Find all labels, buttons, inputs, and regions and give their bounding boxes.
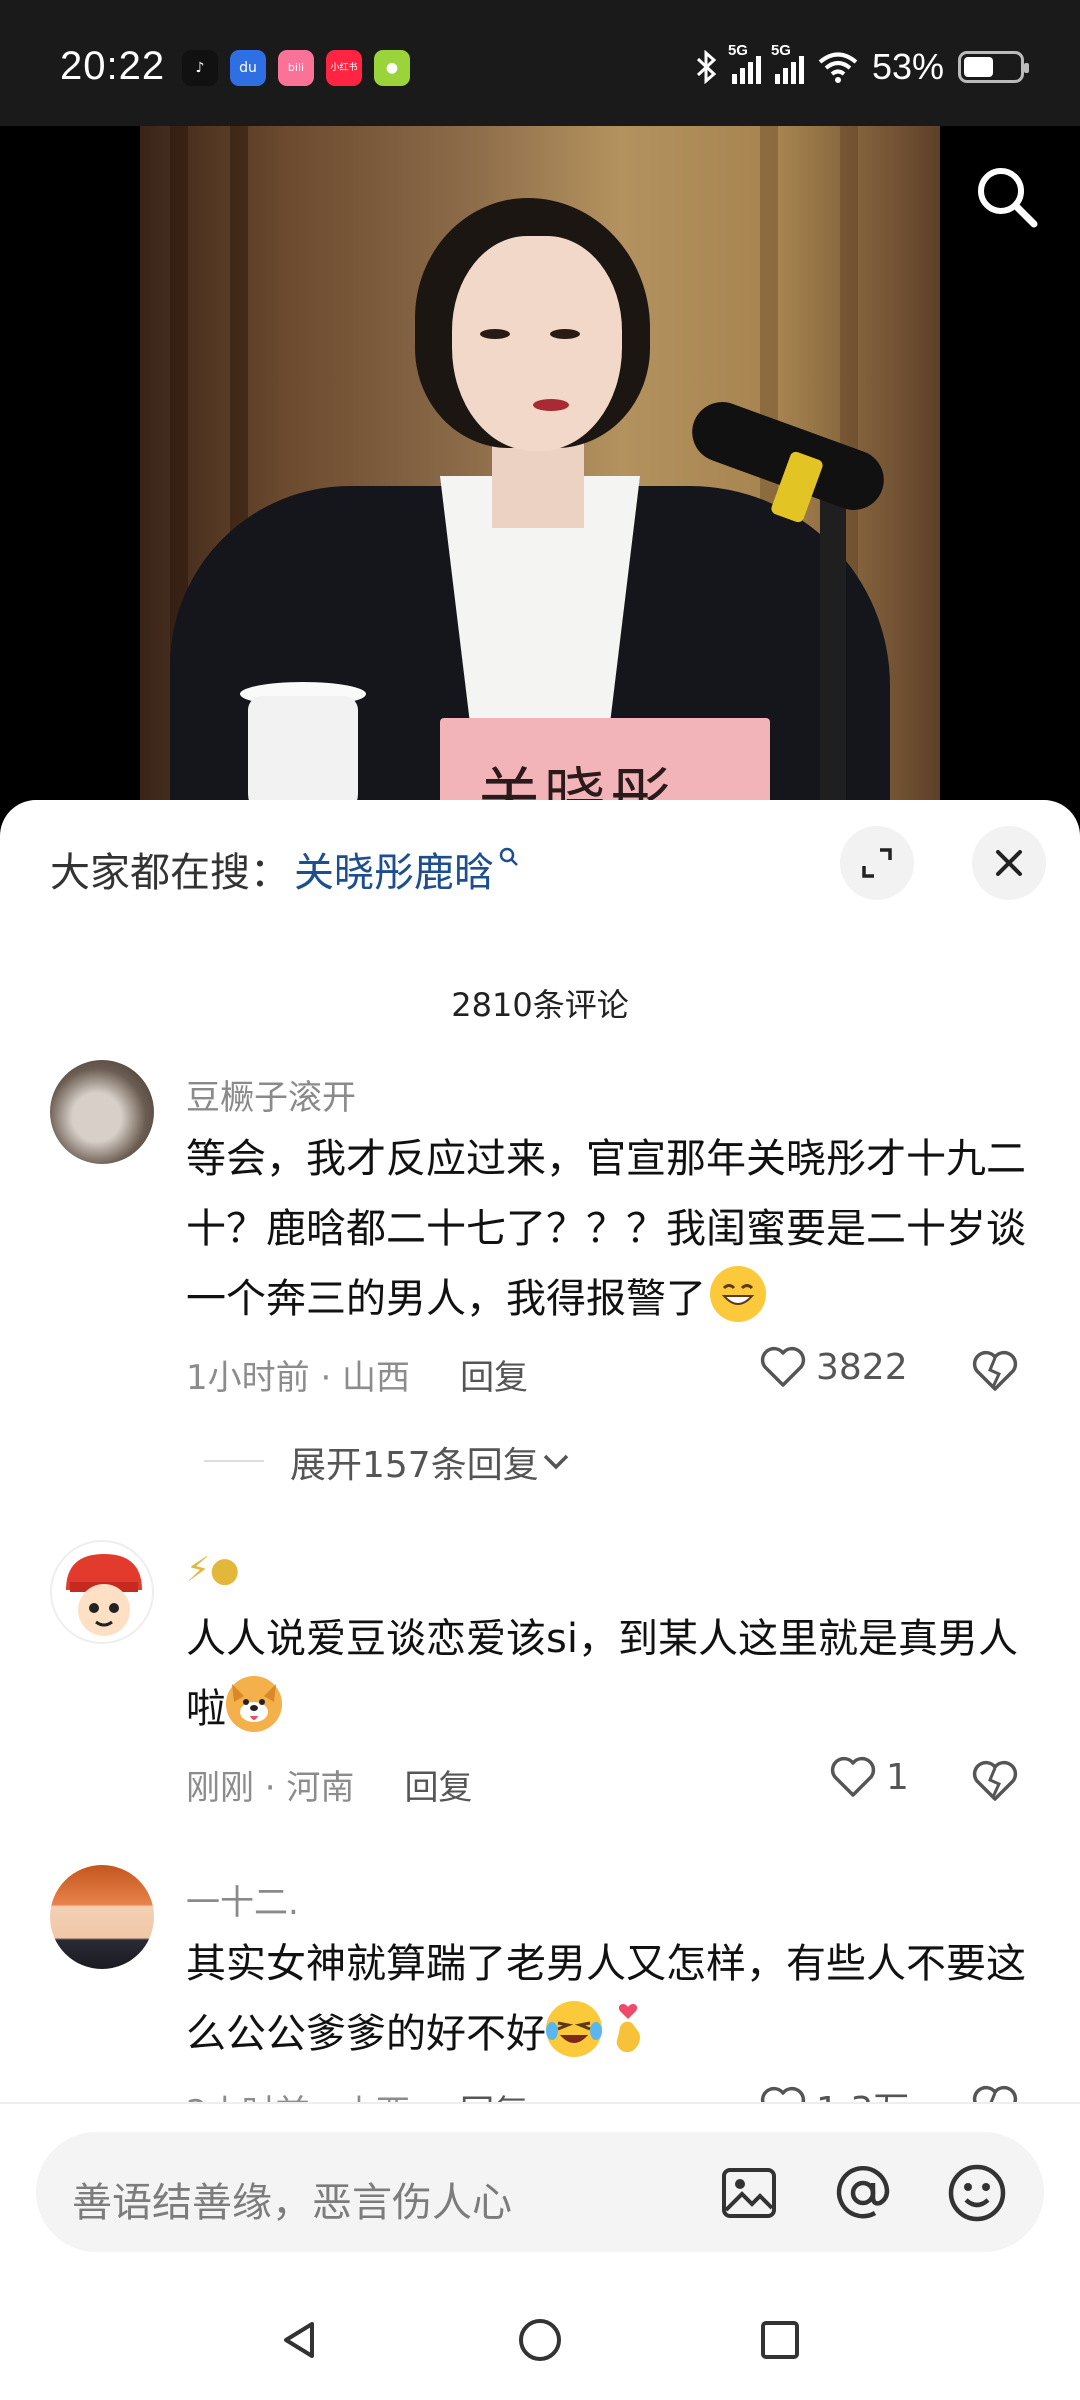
close-icon: [996, 850, 1022, 876]
comment-item: ⚡● 人人说爱豆谈恋爱该si，到某人这里就是真男人啦 刚刚 · 河南 回复 1: [0, 1540, 1080, 1860]
broken-heart-icon[interactable]: [972, 1760, 1018, 1802]
like-button[interactable]: 1: [830, 1756, 909, 1798]
battery-percent: 53%: [871, 46, 944, 87]
close-button[interactable]: [972, 826, 1046, 900]
expand-button[interactable]: [840, 826, 914, 900]
search-icon[interactable]: [972, 162, 1042, 232]
emoji-button[interactable]: [940, 2156, 1014, 2230]
bilibili-icon: bili: [278, 50, 314, 86]
trending-search[interactable]: 大家都在搜： 关晓彤鹿晗: [50, 840, 520, 898]
comment-count: 2810条评论: [451, 986, 629, 1024]
bluetooth-icon: [696, 50, 717, 84]
reply-button[interactable]: 回复: [404, 1760, 472, 1809]
douyin-icon: ♪: [182, 50, 218, 86]
heart-icon: [760, 1346, 806, 1387]
signal-1-icon: 5G: [728, 42, 761, 84]
laughing-crying-emoji: [546, 2001, 602, 2057]
trending-keyword[interactable]: 关晓彤鹿晗: [294, 840, 494, 898]
baidu-icon: du: [230, 50, 266, 86]
recents-icon: [761, 2321, 799, 2359]
avatar[interactable]: [50, 1865, 154, 1969]
comment-username[interactable]: 豆橛子滚开: [186, 1070, 356, 1119]
finger-heart-emoji: [604, 2001, 660, 2057]
home-icon: [519, 2319, 561, 2361]
comment-text: 等会，我才反应过来，官宣那年关晓彤才十九二十？鹿晗都二十七了？？？我闺蜜要是二十…: [186, 1136, 1026, 1322]
notification-app-icons: ♪ du bili 小红书 ●: [182, 50, 410, 86]
dog-emoji: [226, 1676, 282, 1732]
reply-button[interactable]: 回复: [460, 1350, 528, 1399]
system-nav-bar: [0, 2278, 1080, 2400]
grin-emoji: [710, 1266, 766, 1322]
status-bar: 20:22 ♪ du bili 小红书 ● 5G 5G 53%: [0, 0, 1080, 126]
video-frame: 关晓彤: [140, 126, 940, 806]
comment-text: 其实女神就算踹了老男人又怎样，有些人不要这么公公爹爹的好不好: [186, 1941, 1026, 2057]
comment-time-location: 刚刚 · 河南: [186, 1768, 355, 1808]
avatar[interactable]: [50, 1060, 154, 1164]
recents-button[interactable]: [750, 2310, 810, 2370]
comment-text: 人人说爱豆谈恋爱该si，到某人这里就是真男人啦: [186, 1616, 1018, 1732]
image-icon: [722, 2168, 776, 2218]
comment-time-location: 1小时前 · 山西: [186, 1358, 411, 1398]
like-button[interactable]: 3822: [760, 1346, 908, 1388]
mention-button[interactable]: [826, 2156, 900, 2230]
at-icon: [836, 2165, 890, 2219]
trending-prefix: 大家都在搜：: [50, 850, 290, 896]
xiaohongshu-icon: 小红书: [326, 50, 362, 86]
like-count: 3822: [816, 1346, 908, 1388]
emoji-icon: [948, 2164, 1006, 2222]
nameplate: 关晓彤: [440, 718, 770, 806]
back-button[interactable]: [270, 2310, 330, 2370]
avatar[interactable]: [50, 1540, 154, 1644]
video-player[interactable]: 关晓彤: [0, 126, 1080, 806]
wifi-icon: [818, 52, 858, 83]
comment-input-bar: 善语结善缘，恶言伤人心: [0, 2102, 1080, 2278]
app-icon: ●: [374, 50, 410, 86]
comment-meta: 刚刚 · 河南 回复: [186, 1760, 472, 1809]
expand-icon: [862, 848, 892, 878]
comment-username[interactable]: ⚡●: [186, 1550, 240, 1590]
status-indicators: 5G 5G 53%: [694, 42, 1029, 88]
signal-2-icon: 5G: [771, 42, 804, 84]
comment-item: 豆橛子滚开 等会，我才反应过来，官宣那年关晓彤才十九二十？鹿晗都二十七了？？？我…: [0, 1060, 1080, 1520]
comment-input[interactable]: 善语结善缘，恶言伤人心: [36, 2132, 1044, 2252]
broken-heart-icon[interactable]: [972, 1350, 1018, 1392]
heart-icon: [830, 1756, 876, 1797]
comment-meta: 1小时前 · 山西 回复: [186, 1350, 528, 1399]
image-button[interactable]: [712, 2156, 786, 2230]
like-count: 1: [886, 1756, 909, 1798]
small-search-icon: [499, 847, 518, 866]
comment-input-placeholder: 善语结善缘，恶言伤人心: [72, 2180, 512, 2226]
home-button[interactable]: [510, 2310, 570, 2370]
battery-icon: [958, 51, 1029, 83]
comment-username[interactable]: 一十二.: [186, 1875, 299, 1924]
chevron-down-icon: [543, 1454, 568, 1470]
back-icon: [284, 2322, 314, 2358]
status-time: 20:22: [60, 44, 166, 88]
expand-replies-button[interactable]: 展开157条回复: [290, 1436, 573, 1488]
